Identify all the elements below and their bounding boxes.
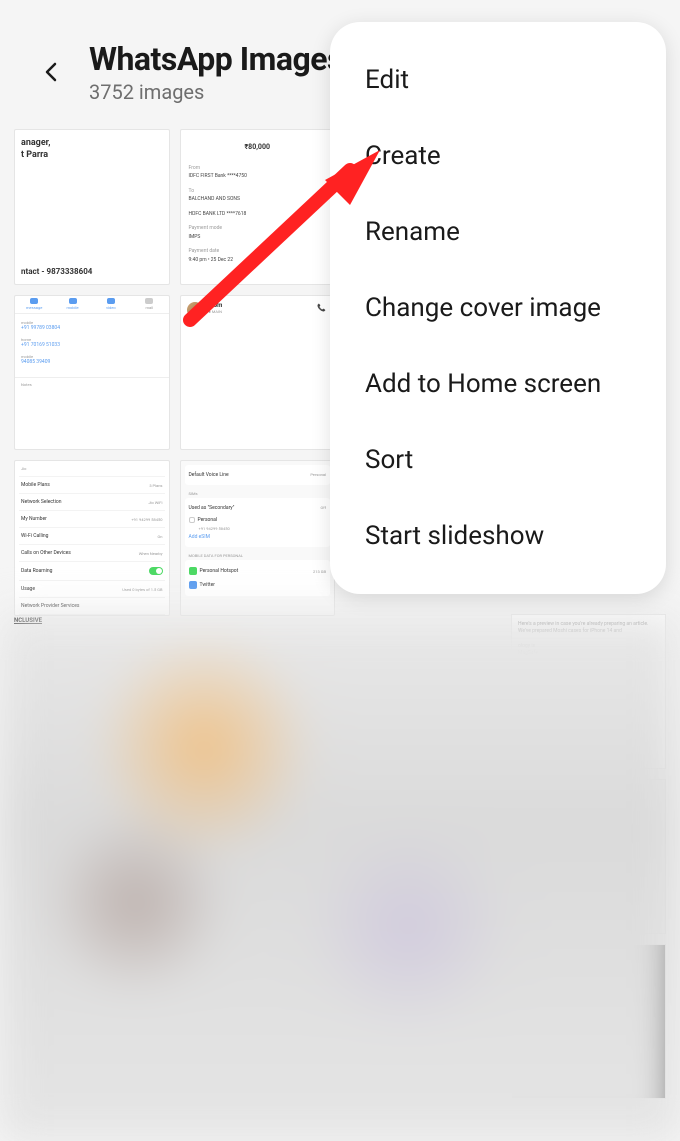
back-arrow-icon [40,59,64,85]
phone-icon [69,298,77,304]
receipt-value: BALCHAND AND SONS [189,195,327,204]
receipt-label: To [189,187,327,196]
card-text: t Parra [21,150,163,162]
thumbnail-item[interactable]: message mobile video mail mobile +91 997… [14,295,170,451]
receipt-value: HDFC BANK LTD ****7618 [189,210,327,219]
mail-icon [145,298,153,304]
thumbnail-item[interactable]: Mom ● MAIN 📞 [180,295,336,451]
twitter-icon [189,581,197,589]
menu-change-cover[interactable]: Change cover image [330,270,666,346]
menu-add-home[interactable]: Add to Home screen [330,346,666,422]
receipt-label: Payment mode [189,224,327,233]
thumbnail-item[interactable]: Jio Mobile Plans3 Plans Network Selectio… [14,460,170,616]
card-contact: ntact - 9873338604 [21,267,163,276]
hotspot-icon [189,567,197,575]
menu-edit[interactable]: Edit [330,42,666,118]
card-text: anager, [21,138,163,150]
call-icon: 📞 [317,304,326,312]
blurred-content [0,614,680,1141]
thumbnail-item[interactable]: ₹80,000 From IDFC FIRST Bank ****4750 To… [180,129,336,285]
back-button[interactable] [40,60,64,84]
menu-rename[interactable]: Rename [330,194,666,270]
sim-icon [189,517,195,523]
thumbnail-item[interactable]: anager, t Parra ntact - 9873338604 [14,129,170,285]
thumbnail-item[interactable]: Default Voice LinePersonal SIMs Used as … [180,460,336,616]
avatar-icon [187,302,203,318]
context-menu: Edit Create Rename Change cover image Ad… [330,22,666,594]
receipt-label: From [189,164,327,173]
menu-create[interactable]: Create [330,118,666,194]
receipt-amount: ₹80,000 [189,142,327,154]
message-icon [30,298,38,304]
menu-sort[interactable]: Sort [330,422,666,498]
video-icon [107,298,115,304]
receipt-value: IMPS [189,233,327,242]
receipt-value: 9:40 pm • 25 Dec 22 [189,256,327,265]
toggle-icon [149,567,163,575]
receipt-label: Payment date [189,247,327,256]
receipt-value: IDFC FIRST Bank ****4750 [189,172,327,181]
menu-slideshow[interactable]: Start slideshow [330,498,666,574]
